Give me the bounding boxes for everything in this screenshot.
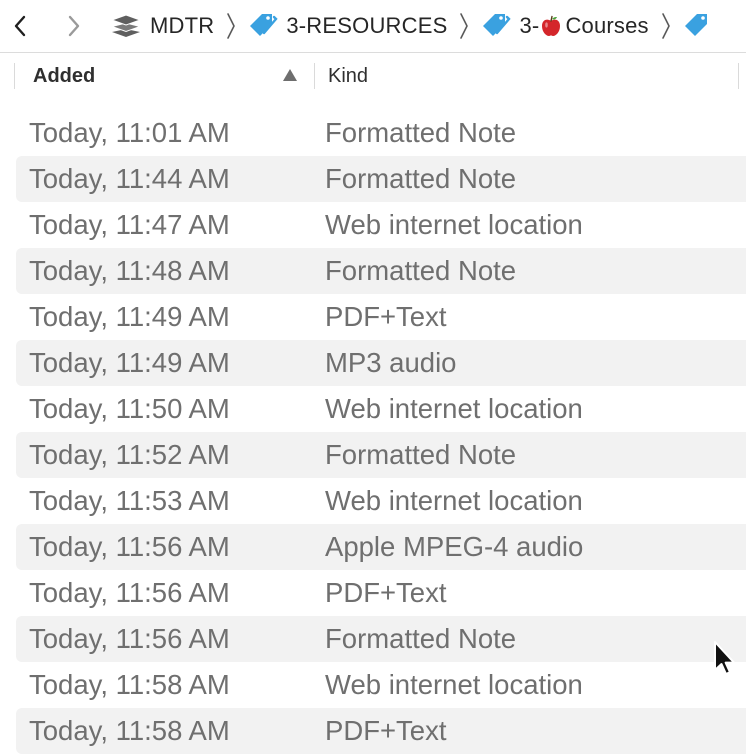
- cell-date-added: Today, 11:49 AM: [29, 347, 230, 378]
- cell-date-added: Today, 11:50 AM: [29, 393, 230, 424]
- column-divider[interactable]: [314, 63, 315, 89]
- table-row[interactable]: Today, 11:58 AM PDF+Text: [16, 708, 746, 754]
- breadcrumb-3-resources[interactable]: 3-RESOURCES: [248, 0, 447, 52]
- breadcrumb-label: MDTR: [150, 13, 215, 38]
- cell-kind: PDF+Text: [325, 715, 447, 746]
- column-header-kind[interactable]: Kind: [328, 53, 368, 99]
- cell-date-added: Today, 11:56 AM: [29, 623, 230, 654]
- layers-stack-icon: [110, 11, 142, 41]
- breadcrumb-label: 3-RESOURCES: [286, 13, 448, 38]
- cell-date-added: Today, 11:49 AM: [29, 301, 230, 332]
- cell-date-added: Today, 11:44 AM: [29, 163, 230, 194]
- column-header-bar: Added Kind: [0, 53, 746, 99]
- column-divider: [14, 63, 15, 89]
- cell-kind: Formatted Note: [325, 117, 517, 148]
- table-row[interactable]: Today, 11:56 AM Formatted Note: [16, 616, 746, 662]
- tag-icon: [683, 11, 715, 41]
- cell-kind: Formatted Note: [325, 623, 517, 654]
- breadcrumb-courses[interactable]: 3- Courses: [481, 0, 649, 52]
- chevron-right-icon: [68, 15, 80, 37]
- cell-kind: Web internet location: [325, 669, 583, 700]
- cell-date-added: Today, 11:56 AM: [29, 531, 230, 562]
- file-list: Today, 11:01 AM Formatted Note Today, 11:4…: [0, 110, 746, 754]
- cell-date-added: Today, 11:48 AM: [29, 255, 230, 286]
- cell-kind: Apple MPEG-4 audio: [325, 531, 584, 562]
- cell-kind: Formatted Note: [325, 255, 517, 286]
- cell-date-added: Today, 11:52 AM: [29, 439, 230, 470]
- table-row[interactable]: Today, 11:44 AM Formatted Note: [16, 156, 746, 202]
- back-button[interactable]: [8, 0, 32, 52]
- breadcrumb-label: Courses: [565, 13, 649, 38]
- breadcrumb-mdtr[interactable]: MDTR: [110, 0, 214, 52]
- chevron-left-icon: [14, 15, 26, 37]
- breadcrumb-label: 3-: [519, 13, 540, 38]
- table-row[interactable]: Today, 11:52 AM Formatted Note: [16, 432, 746, 478]
- cell-date-added: Today, 11:58 AM: [29, 669, 230, 700]
- mouse-pointer-icon: [714, 641, 735, 675]
- cell-date-added: Today, 11:47 AM: [29, 209, 230, 240]
- table-row[interactable]: Today, 11:53 AM Web internet location: [16, 478, 746, 524]
- table-row[interactable]: Today, 11:56 AM Apple MPEG-4 audio: [16, 524, 746, 570]
- path-bar: MDTR 3-RESOURCES 3- Courses: [0, 0, 746, 53]
- table-row[interactable]: Today, 11:56 AM PDF+Text: [16, 570, 746, 616]
- cell-date-added: Today, 11:56 AM: [29, 577, 230, 608]
- breadcrumb-next[interactable]: [683, 0, 715, 52]
- cell-kind: Formatted Note: [325, 163, 517, 194]
- table-row[interactable]: Today, 11:49 AM MP3 audio: [16, 340, 746, 386]
- breadcrumb-separator: [457, 0, 471, 52]
- sort-ascending-icon[interactable]: [282, 68, 298, 82]
- table-row[interactable]: Today, 11:01 AM Formatted Note: [16, 110, 746, 156]
- table-row[interactable]: Today, 11:49 AM PDF+Text: [16, 294, 746, 340]
- cell-kind: Web internet location: [325, 393, 583, 424]
- column-divider[interactable]: [738, 63, 739, 89]
- column-header-added[interactable]: Added: [33, 53, 95, 99]
- table-row[interactable]: Today, 11:48 AM Formatted Note: [16, 248, 746, 294]
- cell-kind: MP3 audio: [325, 347, 457, 378]
- cell-date-added: Today, 11:53 AM: [29, 485, 230, 516]
- table-row[interactable]: Today, 11:50 AM Web internet location: [16, 386, 746, 432]
- table-row[interactable]: Today, 11:47 AM Web internet location: [16, 202, 746, 248]
- cell-kind: PDF+Text: [325, 577, 447, 608]
- tag-icon: [248, 11, 280, 41]
- cell-date-added: Today, 11:01 AM: [29, 117, 230, 148]
- apple-icon: [540, 15, 562, 37]
- table-row[interactable]: Today, 11:58 AM Web internet location: [16, 662, 746, 708]
- cell-kind: Web internet location: [325, 209, 583, 240]
- tag-icon: [481, 11, 513, 41]
- cell-kind: PDF+Text: [325, 301, 447, 332]
- cell-kind: Formatted Note: [325, 439, 517, 470]
- cell-date-added: Today, 11:58 AM: [29, 715, 230, 746]
- breadcrumb-separator: [659, 0, 673, 52]
- forward-button[interactable]: [62, 0, 86, 52]
- cell-kind: Web internet location: [325, 485, 583, 516]
- breadcrumb-separator: [224, 0, 238, 52]
